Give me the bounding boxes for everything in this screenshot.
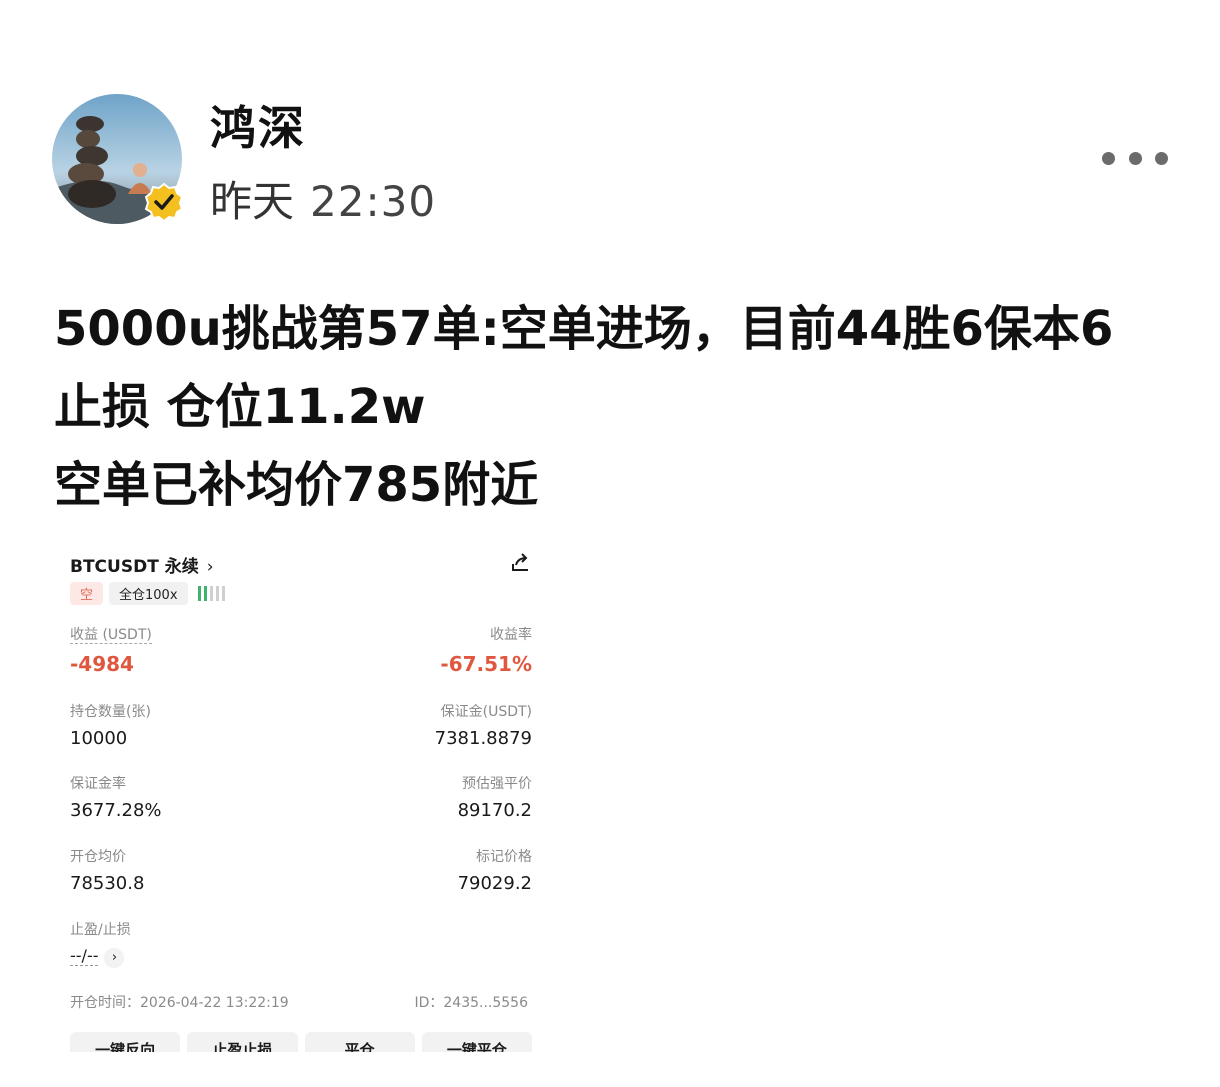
tpsl-row: --/-- › (70, 946, 125, 968)
symbol-name: BTCUSDT 永续 (70, 557, 199, 577)
pnl-label: 收益 (USDT) (70, 627, 152, 644)
open-time: 开仓时间：2026-04-22 13:22:19 (70, 995, 289, 1011)
position-card-image[interactable]: BTCUSDT 永续 › 空 全仓100x 收益 (USDT) -4984 收益率… (54, 540, 550, 1052)
post-content: 5000u挑战第57单:空单进场，目前44胜6保本6 止损 仓位11.2w 空单… (54, 290, 1174, 524)
post-timestamp: 昨天 22:30 (210, 168, 436, 229)
share-icon (512, 553, 528, 571)
margin-ratio-label: 保证金率 (70, 776, 126, 792)
verified-badge-icon (144, 182, 184, 222)
margin-value: 7381.8879 (434, 728, 532, 749)
side-tag: 空 (70, 582, 104, 605)
qty-value: 10000 (70, 728, 128, 749)
signal-bars-icon (197, 586, 225, 601)
post-line: 5000u挑战第57单:空单进场，目前44胜6保本6 (54, 301, 1114, 357)
chevron-right-icon: › (104, 948, 125, 968)
roe-value: -67.51% (440, 652, 532, 676)
action-buttons: 一键反向 止盈止损 平仓 一键平仓 (70, 1032, 532, 1052)
close-button: 平仓 (304, 1032, 415, 1052)
pnl-value: -4984 (70, 652, 134, 676)
post-line: 止损 仓位11.2w (54, 379, 426, 435)
qty-label: 持仓数量(张) (70, 704, 151, 720)
avatar[interactable] (52, 94, 184, 224)
entry-price-value: 78530.8 (70, 873, 145, 894)
author-name[interactable]: 鸿深 (210, 92, 306, 158)
margin-mode-tag: 全仓100x (109, 582, 188, 605)
mark-price-value: 79029.2 (457, 873, 532, 894)
post-line: 空单已补均价785附近 (54, 457, 539, 513)
position-id: ID：2435...5556 (414, 995, 528, 1011)
margin-label: 保证金(USDT) (440, 704, 532, 720)
tpsl-label: 止盈/止损 (70, 922, 131, 938)
mark-price-label: 标记价格 (476, 849, 532, 865)
close-all-button: 一键平仓 (421, 1032, 532, 1052)
date-label: 昨天 (210, 177, 295, 226)
reverse-button: 一键反向 (70, 1032, 181, 1052)
liq-price-value: 89170.2 (457, 800, 532, 821)
position-tags: 空 全仓100x (70, 582, 225, 605)
tpsl-value: --/-- (70, 946, 99, 966)
chevron-right-icon: › (206, 557, 214, 577)
time-label: 22:30 (310, 177, 437, 226)
entry-price-label: 开仓均价 (70, 849, 126, 865)
tpsl-button: 止盈止损 (187, 1032, 298, 1052)
roe-label: 收益率 (490, 627, 532, 643)
liq-price-label: 预估强平价 (462, 776, 532, 792)
margin-ratio-value: 3677.28% (70, 800, 162, 821)
symbol-title: BTCUSDT 永续 › (70, 552, 214, 577)
more-horizontal-icon[interactable] (1102, 146, 1168, 170)
